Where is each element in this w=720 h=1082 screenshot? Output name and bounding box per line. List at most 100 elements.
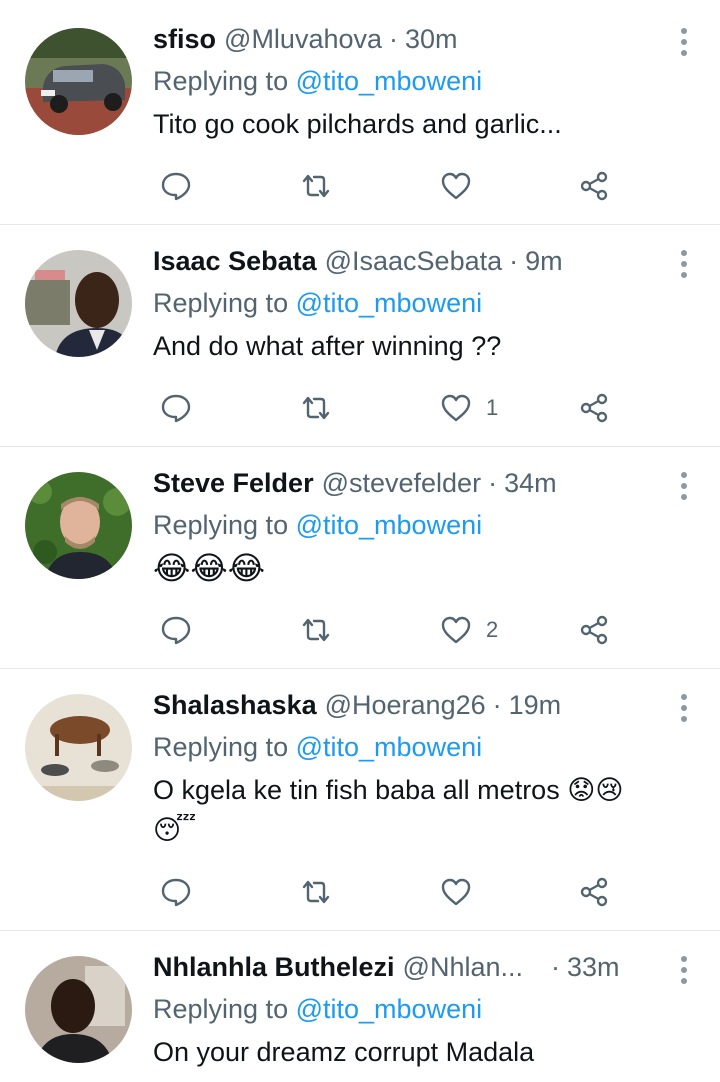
- replying-prefix: Replying to: [153, 66, 289, 96]
- action-bar: 2: [150, 610, 630, 650]
- tweet[interactable]: sfiso @Mluvahova · 30m Replying to @tito…: [0, 0, 720, 225]
- share-button[interactable]: [578, 166, 610, 206]
- reply-button[interactable]: [160, 610, 192, 650]
- mention-link[interactable]: @tito_mboweni: [296, 510, 483, 540]
- mention-link[interactable]: @tito_mboweni: [296, 288, 483, 318]
- timestamp[interactable]: 19m: [509, 686, 562, 724]
- reply-button[interactable]: [160, 166, 192, 206]
- tweet-header: Nhlanhla Buthelezi @Nhlan... · 33m: [153, 948, 700, 986]
- avatar[interactable]: [25, 956, 132, 1063]
- separator-dot: ·: [551, 952, 560, 982]
- heart-icon: [441, 878, 471, 906]
- timestamp[interactable]: 30m: [405, 20, 458, 58]
- comment-icon: [161, 394, 191, 423]
- user-handle[interactable]: @Nhlan...: [403, 948, 523, 986]
- retweet-button[interactable]: [300, 610, 332, 650]
- avatar[interactable]: [25, 250, 132, 357]
- user-handle[interactable]: @stevefelder: [322, 464, 481, 502]
- separator-dot: ·: [509, 246, 519, 276]
- tweet-text: 😂😂😂: [153, 550, 266, 586]
- more-vertical-icon[interactable]: [680, 28, 688, 56]
- display-name[interactable]: Shalashaska: [153, 686, 317, 724]
- replying-to: Replying to @tito_mboweni: [153, 990, 700, 1028]
- tweet[interactable]: Steve Felder @stevefelder · 34m Replying…: [0, 446, 720, 669]
- like-button[interactable]: [440, 872, 486, 912]
- tweet-text: O kgela ke tin fish baba all metros 😟😢: [153, 775, 624, 805]
- comment-icon: [161, 616, 191, 645]
- share-icon: [580, 615, 608, 645]
- reply-button[interactable]: [160, 872, 192, 912]
- display-name[interactable]: sfiso: [153, 20, 216, 58]
- timestamp[interactable]: 9m: [525, 242, 563, 280]
- tweet-header: Isaac Sebata @IsaacSebata · 9m: [153, 242, 700, 280]
- tweet-text-line2: 😴: [153, 815, 197, 845]
- share-icon: [580, 393, 608, 423]
- tweet[interactable]: Nhlanhla Buthelezi @Nhlan... · 33m Reply…: [0, 930, 720, 1082]
- heart-icon: [441, 172, 471, 200]
- reply-feed: sfiso @Mluvahova · 30m Replying to @tito…: [0, 0, 720, 1082]
- like-count: 2: [486, 617, 499, 642]
- replying-to: Replying to @tito_mboweni: [153, 284, 700, 322]
- replying-prefix: Replying to: [153, 510, 289, 540]
- heart-icon: [441, 616, 471, 644]
- tweet-header: sfiso @Mluvahova · 30m: [153, 20, 700, 58]
- like-count: 1: [486, 395, 499, 420]
- comment-icon: [161, 878, 191, 907]
- user-handle[interactable]: @Hoerang26: [325, 686, 486, 724]
- replying-to: Replying to @tito_mboweni: [153, 506, 700, 544]
- retweet-button[interactable]: [300, 166, 332, 206]
- mention-link[interactable]: @tito_mboweni: [296, 732, 483, 762]
- timestamp[interactable]: 34m: [504, 464, 557, 502]
- avatar[interactable]: [25, 28, 132, 135]
- retweet-icon: [302, 880, 330, 904]
- replying-prefix: Replying to: [153, 288, 289, 318]
- share-icon: [580, 171, 608, 201]
- heart-icon: [441, 394, 471, 422]
- retweet-button[interactable]: [300, 388, 332, 428]
- retweet-icon: [302, 618, 330, 642]
- more-vertical-icon[interactable]: [680, 472, 688, 500]
- user-handle[interactable]: @IsaacSebata: [325, 242, 503, 280]
- like-button[interactable]: 2: [440, 610, 498, 650]
- tweet-header: Shalashaska @Hoerang26 · 19m: [153, 686, 700, 724]
- display-name[interactable]: Nhlanhla Buthelezi: [153, 948, 395, 986]
- like-button[interactable]: 1: [440, 388, 498, 428]
- tweet-text: Tito go cook pilchards and garlic...: [153, 109, 562, 139]
- share-button[interactable]: [578, 388, 610, 428]
- share-button[interactable]: [578, 872, 610, 912]
- action-bar: [150, 166, 630, 206]
- tweet[interactable]: Shalashaska @Hoerang26 · 19m Replying to…: [0, 668, 720, 931]
- display-name[interactable]: Isaac Sebata: [153, 242, 317, 280]
- action-bar: [150, 872, 630, 912]
- avatar[interactable]: [25, 472, 132, 579]
- more-vertical-icon[interactable]: [680, 956, 688, 984]
- user-handle[interactable]: @Mluvahova: [224, 20, 382, 58]
- reply-button[interactable]: [160, 388, 192, 428]
- separator-dot: ·: [389, 24, 399, 54]
- retweet-icon: [302, 396, 330, 420]
- replying-to: Replying to @tito_mboweni: [153, 62, 700, 100]
- avatar[interactable]: [25, 694, 132, 801]
- tweet-text: On your dreamz corrupt Madala: [153, 1037, 535, 1067]
- tweet-header: Steve Felder @stevefelder · 34m: [153, 464, 700, 502]
- share-button[interactable]: [578, 610, 610, 650]
- share-icon: [580, 877, 608, 907]
- retweet-icon: [302, 174, 330, 198]
- timestamp[interactable]: 33m: [567, 948, 620, 986]
- separator-dot: ·: [492, 690, 502, 720]
- more-vertical-icon[interactable]: [680, 250, 688, 278]
- tweet-text: And do what after winning ??: [153, 331, 502, 361]
- display-name[interactable]: Steve Felder: [153, 464, 314, 502]
- tweet[interactable]: Isaac Sebata @IsaacSebata · 9m Replying …: [0, 224, 720, 447]
- replying-to: Replying to @tito_mboweni: [153, 728, 700, 766]
- mention-link[interactable]: @tito_mboweni: [296, 66, 483, 96]
- like-button[interactable]: [440, 166, 486, 206]
- comment-icon: [161, 172, 191, 201]
- replying-prefix: Replying to: [153, 732, 289, 762]
- mention-link[interactable]: @tito_mboweni: [296, 994, 483, 1024]
- separator-dot: ·: [488, 468, 498, 498]
- retweet-button[interactable]: [300, 872, 332, 912]
- more-vertical-icon[interactable]: [680, 694, 688, 722]
- replying-prefix: Replying to: [153, 994, 289, 1024]
- action-bar: 1: [150, 388, 630, 428]
